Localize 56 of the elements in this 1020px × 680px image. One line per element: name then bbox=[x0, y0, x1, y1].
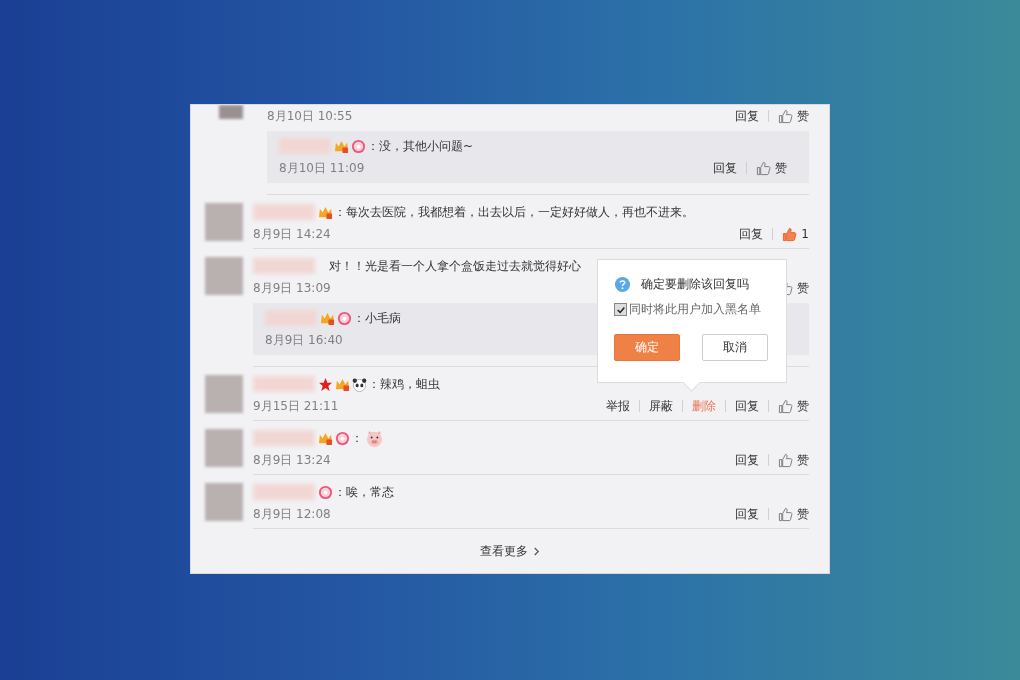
crown-badge-icon[interactable] bbox=[318, 430, 333, 446]
comment-text: ：辣鸡，蛆虫 bbox=[368, 375, 440, 393]
action-link[interactable]: 回复 bbox=[735, 397, 759, 415]
confirm-message: 确定要删除该回复吗 bbox=[641, 276, 749, 293]
question-icon bbox=[614, 276, 631, 293]
cancel-button[interactable]: 取消 bbox=[702, 334, 768, 361]
action-link[interactable]: 回复 bbox=[739, 225, 764, 243]
comment-time: 8月9日 13:09 bbox=[253, 279, 331, 297]
donut-badge-icon[interactable] bbox=[318, 484, 333, 500]
action-link[interactable]: 回复 bbox=[735, 451, 759, 469]
username-placeholder[interactable] bbox=[253, 258, 315, 274]
reply-text: ：没，其他小问题~ bbox=[367, 137, 474, 155]
avatar-placeholder[interactable] bbox=[205, 203, 243, 241]
avatar-placeholder[interactable] bbox=[205, 429, 243, 467]
avatar-placeholder[interactable] bbox=[219, 105, 243, 119]
comment-time: 8月9日 13:24 bbox=[253, 451, 331, 469]
pig-face-icon bbox=[365, 428, 384, 448]
crown-badge-icon[interactable] bbox=[320, 310, 335, 326]
checkbox-label[interactable]: 同时将此用户加入黑名单 bbox=[629, 301, 761, 318]
like-button[interactable]: 赞 bbox=[778, 505, 809, 523]
reply-time: 8月10日 11:09 bbox=[279, 159, 365, 177]
reply-text: ：小毛病 bbox=[353, 309, 401, 327]
thumbs-up-icon bbox=[756, 160, 771, 176]
star-badge-icon[interactable] bbox=[318, 376, 333, 392]
comment-text: ：每次去医院，我都想着，出去以后，一定好好做人，再也不进来。 bbox=[334, 203, 694, 221]
like-button[interactable]: 1 bbox=[782, 226, 809, 242]
panda-icon bbox=[352, 376, 367, 392]
action-link[interactable]: 回复 bbox=[713, 159, 737, 177]
comment-time: 8月9日 12:08 bbox=[253, 505, 331, 523]
crown-badge-icon[interactable] bbox=[335, 376, 350, 392]
donut-badge-icon[interactable] bbox=[335, 430, 350, 446]
comment-text: ： bbox=[351, 429, 363, 447]
crown-badge-icon[interactable] bbox=[318, 204, 333, 220]
avatar-placeholder[interactable] bbox=[205, 257, 243, 295]
avatar-placeholder[interactable] bbox=[205, 483, 243, 521]
like-button[interactable]: 赞 bbox=[778, 397, 809, 415]
chevron-right-icon[interactable] bbox=[533, 545, 540, 557]
action-link[interactable]: 回复 bbox=[735, 505, 759, 523]
comment-text: ：唉，常态 bbox=[334, 483, 394, 501]
like-button[interactable]: 赞 bbox=[778, 107, 809, 125]
view-more-link[interactable]: 查看更多 bbox=[480, 542, 528, 560]
like-button[interactable]: 赞 bbox=[756, 159, 787, 177]
avatar-placeholder[interactable] bbox=[205, 375, 243, 413]
reply-time: 8月9日 16:40 bbox=[265, 331, 343, 349]
comment-text: 对！！光是看一个人拿个盒饭走过去就觉得好心 bbox=[329, 257, 581, 275]
comment-time: 8月10日 10:55 bbox=[267, 107, 353, 125]
action-link[interactable]: 屏蔽 bbox=[649, 397, 673, 415]
comment-time: 9月15日 21:11 bbox=[253, 397, 339, 415]
comment-time: 8月9日 14:24 bbox=[253, 225, 331, 243]
donut-badge-icon[interactable] bbox=[351, 138, 366, 154]
checkbox[interactable] bbox=[614, 303, 627, 316]
like-button[interactable]: 赞 bbox=[778, 451, 809, 469]
action-link[interactable]: 回复 bbox=[735, 107, 759, 125]
crown-badge-icon[interactable] bbox=[334, 138, 349, 154]
action-link[interactable]: 举报 bbox=[606, 397, 630, 415]
donut-badge-icon[interactable] bbox=[337, 310, 352, 326]
